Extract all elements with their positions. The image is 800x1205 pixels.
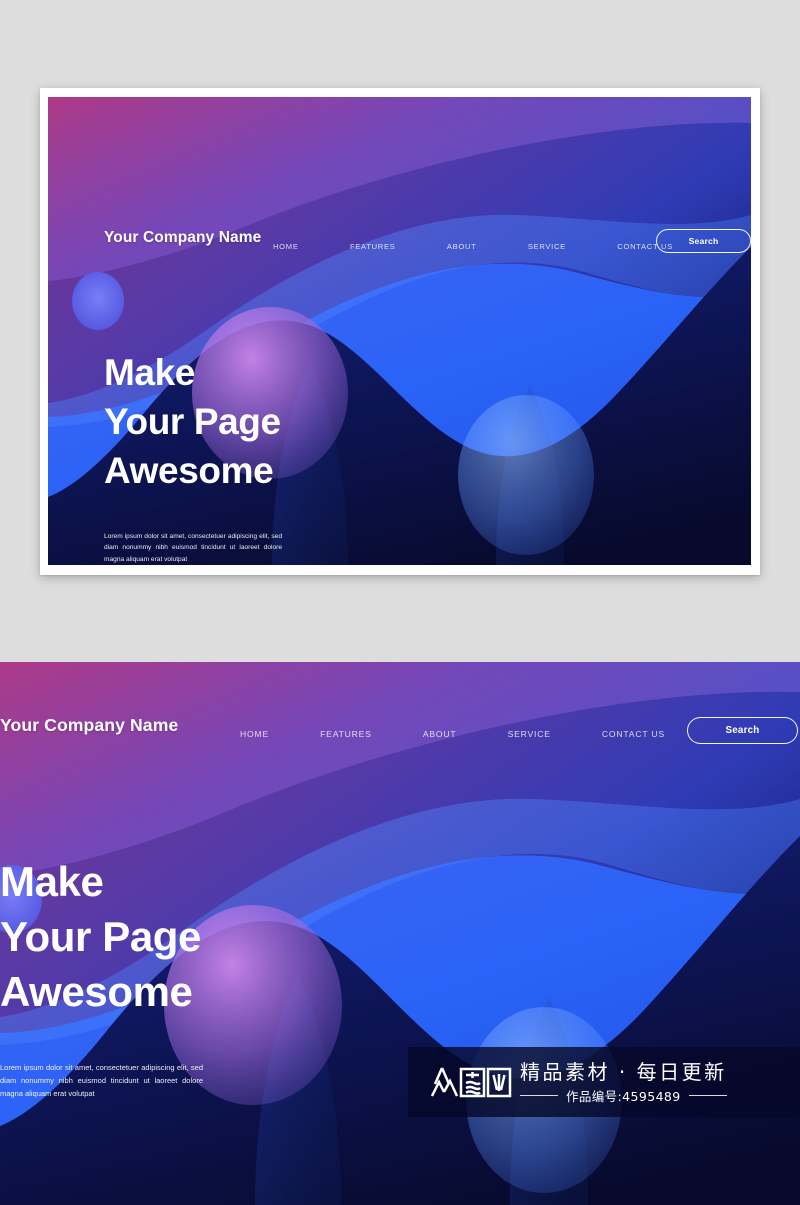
watermark-rule-left bbox=[520, 1094, 558, 1096]
zhongtuwang-logo-icon bbox=[430, 1067, 512, 1098]
watermark-text: 精品素材 · 每日更新 作品编号:4595489 bbox=[520, 1060, 727, 1105]
page-title: Make Your Page Awesome bbox=[104, 348, 281, 495]
main-nav: HOME FEATURES ABOUT SERVICE CONTACT US bbox=[273, 235, 673, 257]
preview-card-frame: Your Company Name HOME FEATURES ABOUT SE… bbox=[40, 88, 760, 575]
watermark-tagline: 精品素材 · 每日更新 bbox=[520, 1059, 727, 1084]
hero-body-text: Lorem ipsum dolor sit amet, consectetuer… bbox=[104, 532, 282, 563]
headline-line-2: Your Page bbox=[104, 400, 281, 442]
headline-line-1: Make bbox=[104, 351, 195, 393]
headline-line-3: Awesome bbox=[104, 449, 274, 491]
watermark-bar: 精品素材 · 每日更新 作品编号:4595489 bbox=[408, 1047, 800, 1117]
nav-item-home[interactable]: HOME bbox=[273, 242, 299, 251]
hero-content-card: Your Company Name HOME FEATURES ABOUT SE… bbox=[48, 97, 751, 565]
watermark-work-id: 作品编号:4595489 bbox=[565, 1088, 681, 1104]
watermark-subrow: 作品编号:4595489 bbox=[520, 1086, 727, 1105]
hero-preview: Your Company Name HOME FEATURES ABOUT SE… bbox=[48, 97, 751, 565]
watermark-rule-right bbox=[688, 1094, 727, 1096]
hero-content-full bbox=[0, 662, 800, 1205]
search-button[interactable]: Search bbox=[656, 229, 751, 253]
nav-item-service[interactable]: SERVICE bbox=[528, 242, 566, 251]
nav-item-features[interactable]: FEATURES bbox=[350, 242, 396, 251]
hero-fullbleed bbox=[0, 662, 800, 1205]
nav-item-about[interactable]: ABOUT bbox=[447, 242, 477, 251]
brand-name: Your Company Name bbox=[104, 229, 262, 246]
